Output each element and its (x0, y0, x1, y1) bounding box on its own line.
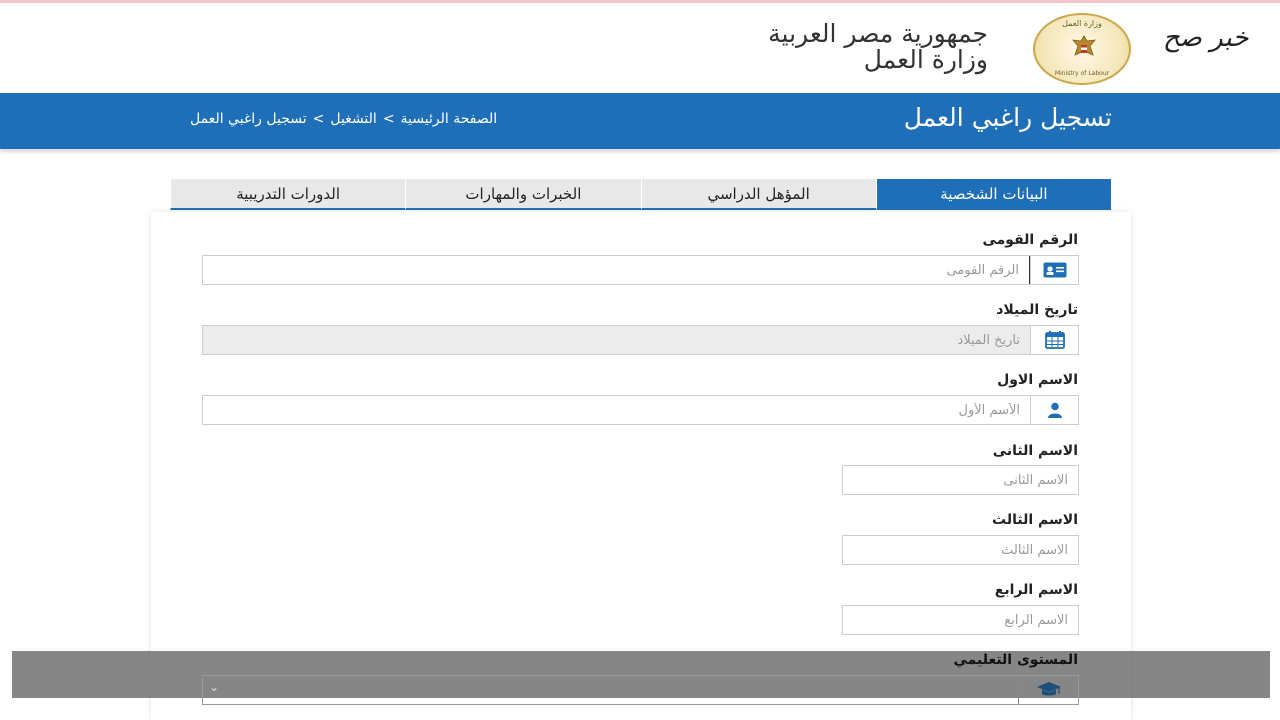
education-level-label: المستوى التعليمي (953, 652, 1078, 668)
ministry-emblem-logo: وزارة العمل Ministry of Labour (1033, 13, 1131, 85)
second-name-field-group (842, 465, 1079, 495)
graduation-cap-icon (1018, 676, 1078, 704)
breadcrumb-separator: > (382, 111, 395, 127)
third-name-field-group (842, 535, 1079, 565)
national-id-input[interactable] (203, 256, 1030, 284)
fourth-name-label: الاسم الرابع (994, 582, 1078, 598)
form-tabs: البيانات الشخصية المؤهل الدراسي الخبرات … (170, 179, 1111, 210)
first-name-field-group (202, 395, 1079, 425)
third-name-input[interactable] (843, 536, 1078, 564)
fourth-name-field-group (842, 605, 1079, 635)
user-icon (1030, 396, 1078, 424)
first-name-input[interactable] (203, 396, 1030, 424)
breadcrumb: الصفحة الرئيسية > التشغيل > تسجيل راغبي … (190, 111, 497, 127)
breadcrumb-employment[interactable]: التشغيل (330, 111, 376, 127)
page-banner: تسجيل راغبي العمل الصفحة الرئيسية > التش… (0, 93, 1280, 149)
breadcrumb-current: تسجيل راغبي العمل (190, 111, 307, 127)
page-title: تسجيل راغبي العمل (903, 103, 1112, 132)
national-id-label: الرقم القومى (982, 232, 1078, 248)
birth-date-label: تاريخ الميلاد (996, 302, 1078, 318)
fourth-name-input[interactable] (843, 606, 1078, 634)
second-name-label: الاسم الثانى (992, 443, 1078, 459)
government-title: جمهورية مصر العربية وزارة العمل (768, 21, 988, 73)
education-level-select[interactable]: ⌄ (202, 675, 1079, 705)
watermark: خبر صح (1163, 23, 1249, 53)
second-name-input[interactable] (843, 466, 1078, 494)
third-name-label: الاسم الثالث (992, 512, 1078, 528)
chevron-down-icon: ⌄ (209, 680, 220, 694)
breadcrumb-separator: > (312, 111, 325, 127)
birth-date-input[interactable] (203, 326, 1030, 354)
tab-training-courses[interactable]: الدورات التدريبية (170, 179, 406, 210)
tab-education[interactable]: المؤهل الدراسي (640, 179, 876, 210)
birth-date-field-group (202, 325, 1079, 355)
eagle-icon (1072, 35, 1096, 56)
first-name-label: الاسم الاول (997, 372, 1078, 388)
national-id-field-group (202, 255, 1079, 285)
id-card-icon (1030, 256, 1078, 284)
calendar-icon[interactable] (1030, 326, 1078, 354)
breadcrumb-home[interactable]: الصفحة الرئيسية (401, 111, 498, 127)
tab-personal-data[interactable]: البيانات الشخصية (875, 179, 1111, 210)
site-header: خبر صح وزارة العمل Ministry of Labour جم… (0, 3, 1280, 93)
gov-title-line2: وزارة العمل (863, 45, 988, 74)
gov-title-line1: جمهورية مصر العربية (768, 19, 988, 48)
tab-experience-skills[interactable]: الخبرات والمهارات (405, 179, 641, 210)
emblem-bottom-text: Ministry of Labour (1054, 70, 1110, 77)
emblem-top-text: وزارة العمل (1062, 19, 1102, 28)
